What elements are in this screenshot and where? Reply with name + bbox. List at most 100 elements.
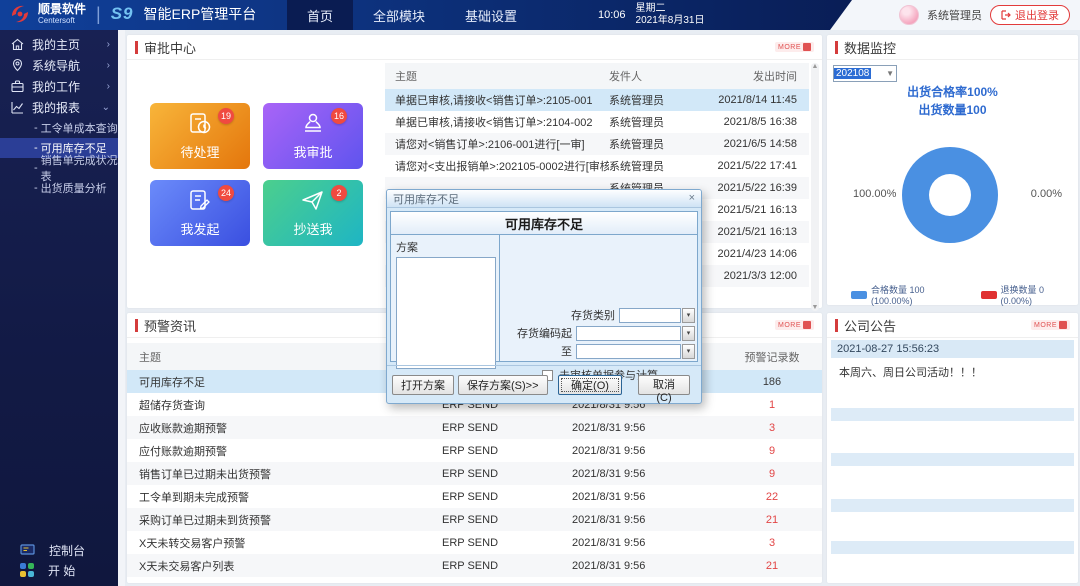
nav-icon xyxy=(12,58,23,72)
plan-listbox[interactable] xyxy=(396,257,496,369)
count-badge: 19 xyxy=(217,108,234,124)
user-avatar[interactable] xyxy=(899,5,919,25)
code-to-dropdown-button[interactable]: ▾ xyxy=(682,343,695,359)
notice-content[interactable]: 本周六、周日公司活动！！！ xyxy=(831,358,1074,394)
sidebar-item-work[interactable]: 我的工作 › xyxy=(0,76,118,97)
approval-row[interactable]: 单据已审核,请接收<销售订单>:2105-001 系统管理员 2021/8/14… xyxy=(385,89,809,111)
donut-hole xyxy=(929,174,971,216)
platform-title: 智能ERP管理平台 xyxy=(143,6,257,22)
company-notice-panel: 公司公告 MORE 2021-08-27 15:56:23 本周六、周日公司活动… xyxy=(827,313,1078,583)
tile-my-approvals[interactable]: 16 我审批 xyxy=(263,103,363,169)
category-label: 存货类别 xyxy=(571,310,615,322)
panel-title: 数据监控 xyxy=(844,40,897,56)
topbar-user-section: 系统管理员 退出登录 xyxy=(830,0,1080,30)
sidebar-item-home[interactable]: 我的主页 › xyxy=(0,34,118,55)
col-time: 发出时间 xyxy=(753,71,797,83)
sidebar-item-navigation[interactable]: 系统导航 › xyxy=(0,55,118,76)
dialog-titlebar[interactable]: 可用库存不足 × xyxy=(387,190,701,208)
close-icon[interactable]: × xyxy=(689,193,695,204)
approval-row[interactable]: 请您对<销售订单>:2106-001进行[一审] 系统管理员 2021/6/5 … xyxy=(385,133,809,155)
console-icon xyxy=(20,543,35,555)
open-plan-button[interactable]: 打开方案 xyxy=(392,374,454,395)
logo-s9: S9 xyxy=(110,4,134,23)
scroll-down-icon[interactable]: ▼ xyxy=(811,304,819,311)
code-from-input[interactable] xyxy=(576,325,681,341)
data-monitor-panel: 数据监控 202108 ▼ 出货合格率100% 出货数量100 100.00% … xyxy=(827,35,1079,306)
clock-weekday: 星期二 xyxy=(635,2,666,14)
category-dropdown-button[interactable]: ▾ xyxy=(682,307,695,323)
more-icon xyxy=(803,43,811,51)
console-button[interactable]: 控制台 xyxy=(0,540,118,560)
approval-row[interactable]: 请您对<支出报销单>:202105-0002进行[审核] 系统管理员 2021/… xyxy=(385,155,809,177)
tile-label: 抄送我 xyxy=(293,222,333,237)
logo-divider: | xyxy=(96,3,101,24)
start-button[interactable]: 开 始 xyxy=(0,560,118,580)
nav-tab-modules[interactable]: 全部模块 xyxy=(353,0,445,30)
panel-title: 审批中心 xyxy=(144,40,197,56)
panel-title: 预警资讯 xyxy=(144,318,197,334)
page-scrollbar[interactable] xyxy=(118,30,125,586)
col-sender: 发件人 xyxy=(609,71,642,83)
more-icon xyxy=(1059,321,1067,329)
warning-row[interactable]: 采购订单已过期未到货预警 ERP SEND 2021/8/31 9:56 21 xyxy=(127,508,822,531)
warning-row[interactable]: 应收账款逾期预警 ERP SEND 2021/8/31 9:56 3 xyxy=(127,416,822,439)
ok-button[interactable]: 确定(O) xyxy=(558,374,622,395)
warning-row[interactable]: X天未转交易客户预警 ERP SEND 2021/8/31 9:56 3 xyxy=(127,531,822,554)
start-label: 开 始 xyxy=(48,563,76,578)
clock-block: 10:06 星期二 2021年8月31日 xyxy=(598,0,704,30)
topbar: 顺景软件 Centersoft | S9 智能ERP管理平台 首页 全部模块 基… xyxy=(0,0,1080,30)
warning-row[interactable]: 工令单到期未完成预警 ERP SEND 2021/8/31 9:56 22 xyxy=(127,485,822,508)
legend-swatch xyxy=(851,290,867,299)
console-label: 控制台 xyxy=(49,543,86,558)
stock-shortage-dialog: 可用库存不足 × 可用库存不足 方案 存货类别 ▾ 存货编码起 ▾ 至 ▾ 打开… xyxy=(386,189,702,404)
sidebar-item-label: 我的工作 xyxy=(32,80,81,94)
category-input[interactable] xyxy=(619,307,681,323)
tile-initiated-by-me[interactable]: 24 我发起 xyxy=(150,180,250,246)
code-to-input[interactable] xyxy=(576,343,681,359)
username-label: 系统管理员 xyxy=(927,10,982,22)
more-icon xyxy=(803,321,811,329)
nav-tab-home[interactable]: 首页 xyxy=(287,0,354,30)
logo-swirl-icon xyxy=(12,5,28,23)
notice-timestamp[interactable]: 2021-08-27 15:56:23 xyxy=(831,340,1074,358)
nav-tab-settings[interactable]: 基础设置 xyxy=(445,0,537,30)
dialog-form: 存货类别 ▾ 存货编码起 ▾ 至 ▾ 未审核单据参与计算 xyxy=(500,235,698,382)
logout-icon xyxy=(1001,10,1011,20)
plan-label: 方案 xyxy=(396,242,418,254)
sidebar-subitem[interactable]: 工令单成本查询 xyxy=(0,118,118,138)
tile-cc-to-me[interactable]: 2 抄送我 xyxy=(263,180,363,246)
more-button[interactable]: MORE xyxy=(775,42,814,52)
warning-row[interactable]: 销售订单已过期未出货预警 ERP SEND 2021/8/31 9:56 9 xyxy=(127,462,822,485)
scroll-up-icon[interactable]: ▲ xyxy=(811,63,819,70)
logo-text-en: Centersoft xyxy=(38,16,75,26)
approval-row[interactable]: 单据已审核,请接收<销售订单>:2104-002 系统管理员 2021/8/5 … xyxy=(385,111,809,133)
sidebar: 我的主页 › 系统导航 › 我的工作 › 我的报表 ⌄ 工令单成本查询 可用库存… xyxy=(0,30,118,586)
sidebar-subitem[interactable]: 出货质量分析 xyxy=(0,178,118,198)
donut-label-left: 100.00% xyxy=(853,188,897,200)
notice-empty-slot xyxy=(831,453,1074,466)
table-scrollbar[interactable]: ▲ ▼ xyxy=(811,63,819,311)
period-select[interactable]: 202108 ▼ xyxy=(833,65,897,82)
warning-row[interactable]: 应付账款逾期预警 ERP SEND 2021/8/31 9:56 9 xyxy=(127,439,822,462)
col-subject: 主题 xyxy=(395,71,417,83)
count-badge: 2 xyxy=(331,185,347,201)
warning-row[interactable]: X天未交易客户列表 ERP SEND 2021/8/31 9:56 21 xyxy=(127,554,822,577)
legend-item: 合格数量 100 (100.00%) xyxy=(851,283,969,306)
paper-plane-icon xyxy=(302,191,323,210)
more-button[interactable]: MORE xyxy=(1031,320,1070,330)
sidebar-item-reports[interactable]: 我的报表 ⌄ xyxy=(0,97,118,118)
sidebar-item-label: 我的报表 xyxy=(32,101,81,115)
legend-item: 退换数量 0 (0.00%) xyxy=(980,283,1079,306)
sidebar-submenu: 工令单成本查询 可用库存不足 销售单完成状况表 出货质量分析 xyxy=(0,118,118,198)
tile-label: 我审批 xyxy=(293,145,333,160)
approval-panel-header: 审批中心 MORE xyxy=(127,35,822,60)
plan-section: 方案 xyxy=(390,235,500,369)
more-button[interactable]: MORE xyxy=(775,320,814,330)
cancel-button[interactable]: 取消(C) xyxy=(638,374,690,404)
chevron-right-icon: › xyxy=(106,60,110,71)
sidebar-subitem[interactable]: 销售单完成状况表 xyxy=(0,155,118,183)
tile-pending[interactable]: 19 待处理 xyxy=(150,103,250,169)
code-from-dropdown-button[interactable]: ▾ xyxy=(682,325,695,341)
logout-button[interactable]: 退出登录 xyxy=(990,5,1070,25)
save-plan-button[interactable]: 保存方案(S)>> xyxy=(458,374,548,395)
